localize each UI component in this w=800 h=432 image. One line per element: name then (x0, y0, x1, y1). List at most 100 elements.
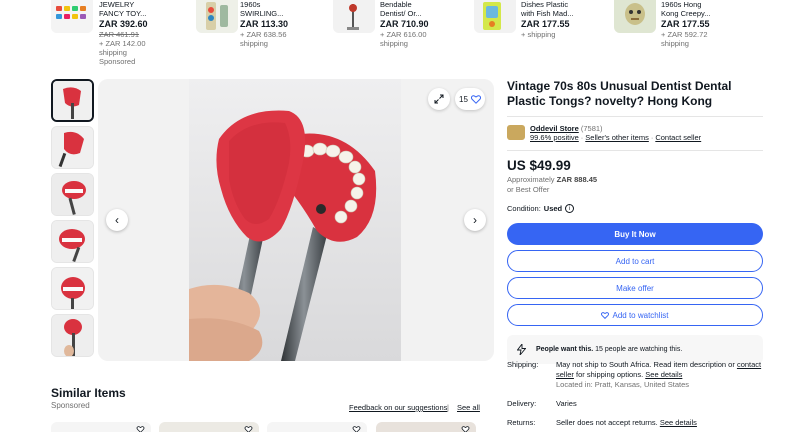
rec-price: ZAR 177.55 (521, 19, 570, 29)
thumbnail-3[interactable] (51, 173, 94, 216)
heart-icon[interactable] (244, 426, 253, 432)
best-offer-text: or Best Offer (507, 185, 550, 194)
make-offer-button[interactable]: Make offer (507, 277, 763, 299)
add-to-watchlist-label: Add to watchlist (612, 310, 669, 320)
rec-card-3[interactable]: Bendable Dentist/ Or... ZAR 710.90 + ZAR… (380, 0, 429, 48)
condition-label: Condition: (507, 204, 541, 213)
info-icon[interactable]: i (565, 204, 575, 213)
rec-price: ZAR 113.30 (240, 19, 289, 29)
rec-shipping: shipping (99, 48, 127, 57)
divider (507, 116, 763, 117)
rec-title: SWIRLING... (240, 9, 284, 18)
similar-item-card[interactable] (267, 422, 367, 432)
rec-shipping: + shipping (521, 30, 556, 39)
item-price: US $49.99 (507, 158, 571, 173)
seller-other-items-link[interactable]: Seller's other items (585, 133, 649, 142)
returns-label: Returns: (507, 418, 536, 427)
heart-icon[interactable] (136, 426, 145, 432)
feedback-suggestions-link[interactable]: Feedback on our suggestions (349, 403, 447, 412)
rec-shipping: + ZAR 638.56 (240, 30, 287, 39)
rec-card-4[interactable]: Dishes Plastic with Fish Mad... ZAR 177.… (521, 0, 574, 39)
rec-price: ZAR 392.60 (99, 19, 148, 29)
shipping-row: Shipping: May not ship to South Africa. … (507, 360, 763, 390)
rec-shipping: + ZAR 616.00 (380, 30, 427, 39)
chevron-left-icon[interactable]: ‹ (106, 209, 128, 231)
item-location: Located in: Pratt, Kansas, United States (556, 380, 689, 389)
rec-thumb-1[interactable] (51, 0, 93, 33)
item-panel: Vintage 70s 80s Unusual Dentist Dental P… (507, 79, 763, 364)
rec-thumb-5[interactable] (614, 0, 656, 33)
thumbnail-4[interactable] (51, 220, 94, 263)
contact-seller-link[interactable]: Contact seller (655, 133, 701, 142)
rec-price: ZAR 710.90 (380, 19, 429, 29)
rec-title: with Fish Mad... (521, 9, 574, 18)
thumbnail-list (51, 79, 94, 361)
delivery-value: Varies (556, 399, 577, 408)
rec-shipping: + ZAR 592.72 (661, 30, 708, 39)
rec-thumb-3[interactable] (333, 0, 375, 33)
separator: | (447, 403, 449, 412)
shipping-see-details-link[interactable]: See details (645, 370, 682, 379)
seller-logo[interactable] (507, 125, 525, 140)
people-watching-text: 15 people are watching this. (595, 346, 683, 353)
rec-sponsored: Sponsored (99, 57, 136, 66)
rec-shipping: shipping (240, 39, 268, 48)
add-to-watchlist-button[interactable]: Add to watchlist (507, 304, 763, 326)
seller-feedback-count: (7581) (580, 124, 603, 133)
rec-card-1[interactable]: JEWELRY FANCY TOY... ZAR 392.60 ZAR 461.… (99, 0, 148, 66)
approx-label: Approximately (507, 175, 555, 184)
returns-see-details-link[interactable]: See details (660, 418, 697, 427)
chevron-right-icon[interactable]: › (464, 209, 486, 231)
expand-icon (434, 94, 444, 104)
heart-icon (470, 94, 481, 104)
thumbnail-1[interactable] (51, 79, 94, 122)
rec-title: 1960s Hong (661, 0, 702, 9)
rec-title: Dishes Plastic (521, 0, 569, 9)
rec-title: Dentist/ Or... (380, 9, 422, 18)
rec-card-5[interactable]: 1960s Hong Kong Creepy... ZAR 177.55 + Z… (661, 0, 710, 48)
watch-count-button[interactable]: 15 (455, 88, 485, 110)
see-all-link[interactable]: See all (457, 403, 480, 412)
rec-title: FANCY TOY... (99, 9, 147, 18)
rec-price: ZAR 177.55 (661, 19, 710, 29)
rec-thumb-4[interactable] (474, 0, 516, 33)
add-to-cart-button[interactable]: Add to cart (507, 250, 763, 272)
heart-icon[interactable] (461, 426, 470, 432)
rec-thumb-2[interactable] (196, 0, 238, 33)
buy-it-now-button[interactable]: Buy It Now (507, 223, 763, 245)
seller-info: Oddevil Store (7581) 99.6% positive · Sell… (507, 124, 763, 143)
thumbnail-5[interactable] (51, 267, 94, 310)
shipping-text-2: for shipping options. (576, 370, 644, 379)
seller-feedback-link[interactable]: 99.6% positive (530, 133, 579, 142)
rec-shipping: + ZAR 142.00 (99, 39, 146, 48)
shipping-text: May not ship to South Africa. Read item … (556, 360, 735, 369)
rec-title: JEWELRY (99, 0, 135, 9)
returns-row: Returns: Seller does not accept returns.… (507, 418, 763, 428)
lightning-icon (517, 344, 526, 355)
watch-count: 15 (459, 94, 468, 104)
heart-icon[interactable] (352, 426, 361, 432)
rec-title: 1960s (240, 0, 261, 9)
similar-item-card[interactable] (51, 422, 151, 432)
expand-button[interactable] (428, 88, 450, 110)
separator: · (580, 133, 584, 142)
product-photo (189, 79, 401, 361)
similar-item-card[interactable] (376, 422, 476, 432)
delivery-label: Delivery: (507, 399, 537, 408)
shipping-label: Shipping: (507, 360, 539, 369)
main-image-viewer[interactable]: ‹ › 15 (98, 79, 494, 361)
rec-original-price: ZAR 461.91 (99, 30, 140, 39)
separator: · (650, 133, 654, 142)
similar-items-heading: Similar Items (51, 386, 126, 400)
rec-shipping: shipping (661, 39, 689, 48)
delivery-row: Delivery: Varies (507, 399, 763, 409)
seller-name-link[interactable]: Oddevil Store (530, 124, 579, 133)
thumbnail-6[interactable] (51, 314, 94, 357)
returns-text: Seller does not accept returns. (556, 418, 658, 427)
rec-title: Bendable (380, 0, 412, 9)
thumbnail-2[interactable] (51, 126, 94, 169)
similar-item-card[interactable] (159, 422, 259, 432)
rec-title: Kong Creepy... (661, 9, 711, 18)
rec-card-2[interactable]: 1960s SWIRLING... ZAR 113.30 + ZAR 638.5… (240, 0, 288, 48)
heart-icon (601, 311, 610, 319)
